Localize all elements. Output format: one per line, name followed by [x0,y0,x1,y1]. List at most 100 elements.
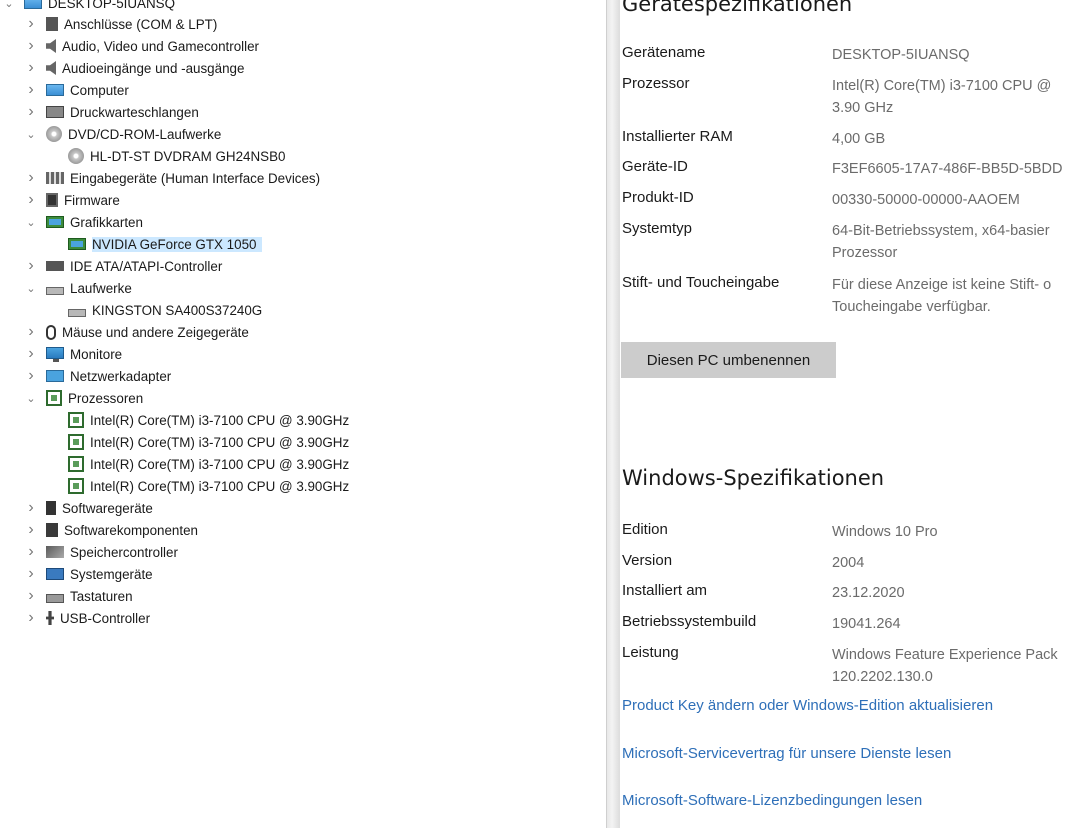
tree-device-item[interactable]: Intel(R) Core(TM) i3-7100 CPU @ 3.90GHz [0,453,349,475]
processor-icon [68,412,84,428]
chevron-right-icon[interactable]: › [24,519,38,541]
chevron-right-icon[interactable]: › [24,167,38,189]
mouse-icon [46,324,56,340]
tree-category-item[interactable]: › Audioeingänge und -ausgänge [0,57,244,79]
tree-item-label: KINGSTON SA400S37240G [92,302,263,318]
device-spec-value[interactable]: Prozessor [832,243,897,264]
tree-item-label: Computer [70,82,129,98]
tree-category-item[interactable]: ⌄ DVD/CD-ROM-Laufwerke [0,123,221,145]
device-spec-value[interactable]: 64-Bit-Betriebssystem, x64-basier [832,221,1050,242]
tree-category-item[interactable]: › Systemgeräte [0,563,152,585]
processor-icon [68,478,84,494]
chevron-right-icon[interactable]: › [24,343,38,365]
computer-icon [24,0,42,9]
tree-device-item[interactable]: HL-DT-ST DVDRAM GH24NSB0 [0,145,285,167]
tree-device-item[interactable]: NVIDIA GeForce GTX 1050 [0,233,263,255]
tree-item-label: USB-Controller [60,610,151,626]
chevron-right-icon[interactable]: › [24,101,38,123]
processor-icon [68,456,84,472]
device-spec-label: Produkt-ID [622,189,694,206]
windows-spec-value[interactable]: 23.12.2020 [832,583,905,604]
chevron-right-icon[interactable]: › [24,563,38,585]
processor-icon [46,390,62,406]
firmware-icon [46,193,58,207]
chevron-down-icon[interactable]: ⌄ [24,277,38,299]
tree-category-item[interactable]: › USB-Controller [0,607,150,629]
display-adapter-icon [68,238,86,250]
chevron-right-icon[interactable]: › [24,79,38,101]
tree-category-item[interactable]: › Druckwarteschlangen [0,101,198,123]
tree-device-item[interactable]: KINGSTON SA400S37240G [0,299,262,321]
service-agreement-link[interactable]: Microsoft-Servicevertrag für unsere Dien… [622,745,951,762]
tree-device-item[interactable]: Intel(R) Core(TM) i3-7100 CPU @ 3.90GHz [0,475,349,497]
device-specs-title: Gerätespezifikationen [622,0,853,16]
tree-device-item[interactable]: Intel(R) Core(TM) i3-7100 CPU @ 3.90GHz [0,431,349,453]
tree-item-label: Softwarekomponenten [64,522,198,538]
windows-spec-value[interactable]: 2004 [832,553,864,574]
tree-category-item[interactable]: › Speichercontroller [0,541,178,563]
device-spec-value[interactable]: Für diese Anzeige ist keine Stift- o [832,275,1051,296]
rename-pc-button[interactable]: Diesen PC umbenennen [621,342,836,378]
chevron-right-icon[interactable]: › [24,497,38,519]
cd-drive-icon [68,148,84,164]
chevron-down-icon[interactable]: ⌄ [24,387,38,409]
tree-category-item[interactable]: › Mäuse und andere Zeigegeräte [0,321,249,343]
tree-item-label: Audioeingänge und -ausgänge [62,60,245,76]
chevron-right-icon[interactable]: › [24,189,38,211]
tree-category-item[interactable]: › Audio, Video und Gamecontroller [0,35,259,57]
tree-category-item[interactable]: › Softwarekomponenten [0,519,198,541]
windows-spec-value[interactable]: Windows Feature Experience Pack [832,645,1058,666]
device-spec-value[interactable]: 00330-50000-00000-AAOEM [832,190,1020,211]
chevron-right-icon[interactable]: › [24,607,38,629]
windows-spec-value[interactable]: 120.2202.130.0 [832,667,933,688]
change-product-key-link[interactable]: Product Key ändern oder Windows-Edition … [622,697,993,714]
ide-controller-icon [46,261,64,271]
tree-category-item[interactable]: › Tastaturen [0,585,132,607]
windows-spec-label: Installiert am [622,582,708,599]
tree-item-label: Intel(R) Core(TM) i3-7100 CPU @ 3.90GHz [90,478,350,494]
tree-device-item[interactable]: Intel(R) Core(TM) i3-7100 CPU @ 3.90GHz [0,409,349,431]
tree-category-item[interactable]: › Eingabegeräte (Human Interface Devices) [0,167,320,189]
pane-splitter[interactable] [606,0,620,828]
tree-category-item[interactable]: ⌄ Grafikkarten [0,211,143,233]
chevron-right-icon[interactable]: › [24,585,38,607]
chevron-right-icon[interactable]: › [24,255,38,277]
tree-category-item[interactable]: › Computer [0,79,129,101]
tree-category-item[interactable]: ⌄ Laufwerke [0,277,131,299]
chevron-right-icon[interactable]: › [24,321,38,343]
chevron-right-icon[interactable]: › [24,57,38,79]
windows-spec-value[interactable]: Windows 10 Pro [832,522,938,543]
chevron-down-icon[interactable]: ⌄ [2,0,16,14]
chevron-right-icon[interactable]: › [24,35,38,57]
tree-category-item[interactable]: ⌄ Prozessoren [0,387,143,409]
license-terms-link[interactable]: Microsoft-Software-Lizenzbedingungen les… [622,792,922,809]
tree-category-item[interactable]: › Softwaregeräte [0,497,152,519]
chevron-right-icon[interactable]: › [24,365,38,387]
printer-icon [46,106,64,118]
tree-item-label: Prozessoren [68,390,144,406]
tree-category-item[interactable]: › Netzwerkadapter [0,365,171,387]
device-spec-value[interactable]: F3EF6605-17A7-486F-BB5D-5BDD [832,159,1063,180]
tree-category-item[interactable]: › Monitore [0,343,122,365]
chevron-down-icon[interactable]: ⌄ [24,123,38,145]
device-spec-value[interactable]: DESKTOP-5IUANSQ [832,45,970,66]
device-spec-value[interactable]: Intel(R) Core(TM) i3-7100 CPU @ [832,76,1051,97]
tree-root[interactable]: ⌄ DESKTOP-5IUANSQ [0,0,175,14]
tree-item-label: Intel(R) Core(TM) i3-7100 CPU @ 3.90GHz [90,434,350,450]
device-spec-value[interactable]: 3.90 GHz [832,98,893,119]
device-spec-value[interactable]: 4,00 GB [832,129,885,150]
computer-icon [46,84,64,96]
device-spec-value[interactable]: Toucheingabe verfügbar. [832,297,991,318]
network-adapter-icon [46,370,64,382]
cd-drive-icon [46,126,62,142]
tree-category-item[interactable]: › Firmware [0,189,119,211]
chevron-right-icon[interactable]: › [24,541,38,563]
chevron-down-icon[interactable]: ⌄ [24,211,38,233]
device-manager-tree: ⌄ DESKTOP-5IUANSQ › Anschlüsse (COM & LPT… [0,0,606,828]
tree-item-label: Monitore [70,346,123,362]
chevron-right-icon[interactable]: › [24,13,38,35]
device-spec-label: Installierter RAM [622,128,733,145]
tree-category-item[interactable]: › Anschlüsse (COM & LPT) [0,13,217,35]
tree-category-item[interactable]: › IDE ATA/ATAPI-Controller [0,255,222,277]
windows-spec-value[interactable]: 19041.264 [832,614,901,635]
